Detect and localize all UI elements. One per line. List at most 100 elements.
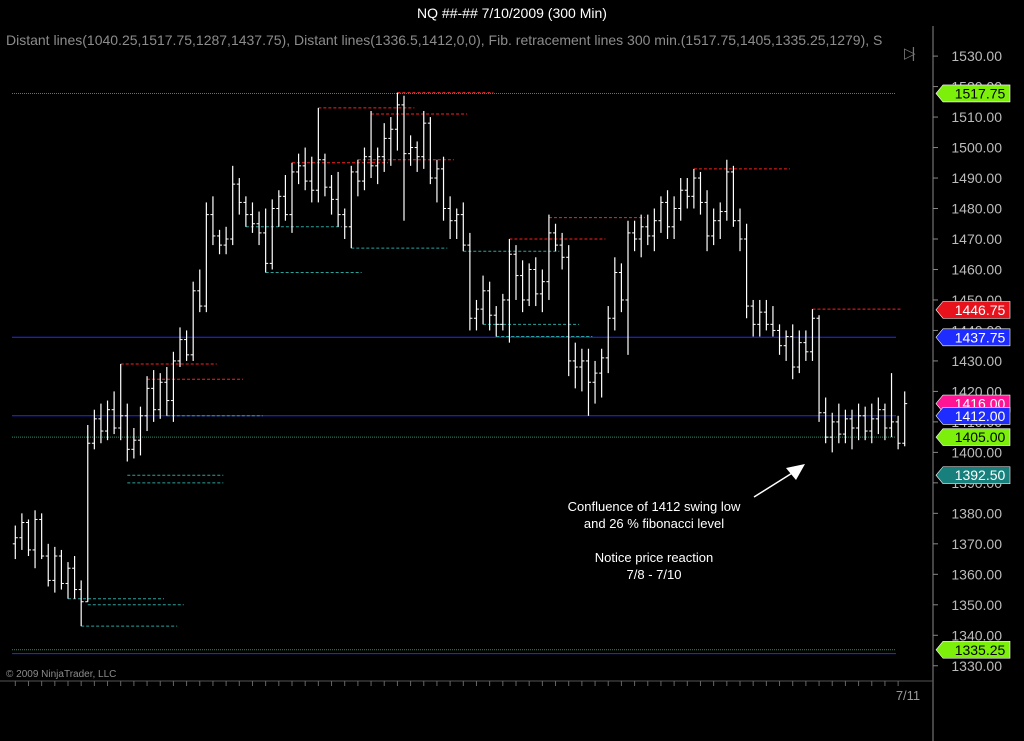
price-tag-label: 1446.75 [955,302,1006,318]
ohlc-bar [842,409,848,444]
ohlc-bar [704,190,710,252]
ohlc-bar [618,263,624,313]
ohlc-bar [342,208,348,239]
ohlc-bar [276,190,282,227]
price-tag-label: 1437.75 [955,329,1006,345]
ohlc-bar [230,165,236,246]
y-tick-label: 1330.00 [951,658,1002,674]
price-tag: 1335.25 [935,640,1011,659]
ohlc-bar [302,147,308,191]
ohlc-bar [296,153,302,185]
ohlc-bar [480,275,486,325]
ohlc-bar [427,117,433,185]
ohlc-bar [434,159,440,203]
ohlc-bar [546,214,552,300]
y-tick-label: 1480.00 [951,201,1002,217]
ohlc-bar [124,403,130,462]
ohlc-bar [329,174,335,215]
ohlc-bar [889,373,895,438]
price-tag: 1392.50 [935,466,1011,485]
ohlc-bar [85,424,91,603]
ohlc-bar [170,351,176,422]
ohlc-bar [45,543,51,587]
ohlc-bar [592,360,598,404]
ohlc-bar [368,110,374,179]
arrow-head [786,464,805,480]
ohlc-bar [375,147,381,185]
price-tag: 1446.75 [935,301,1011,319]
ohlc-bar [157,373,163,419]
ohlc-bar [513,245,519,300]
ohlc-bar [447,196,453,239]
y-tick-label: 1370.00 [951,536,1002,552]
ohlc-bar [697,171,703,215]
annotation-text: 7/8 - 7/10 [627,567,682,582]
y-tick-label: 1510.00 [951,109,1002,125]
ohlc-bar [118,363,124,441]
ohlc-bar [816,315,822,422]
y-tick-label: 1470.00 [951,231,1002,247]
ohlc-bar [632,220,638,252]
ohlc-bar [678,178,684,221]
ohlc-bar [190,281,196,361]
y-tick-label: 1500.00 [951,140,1002,156]
ohlc-bar [441,156,447,221]
ohlc-bar [684,178,690,209]
ohlc-bar [493,306,499,337]
ohlc-bar [52,546,58,593]
ohlc-bar [717,202,723,239]
ohlc-bar [823,397,829,444]
ohlc-bar [645,214,651,246]
price-tag: 1405.00 [935,428,1011,446]
ohlc-bar [809,309,815,361]
ohlc-bar [282,174,288,221]
price-tag: 1517.75 [935,84,1011,103]
ohlc-bar [269,199,275,270]
ohlc-bar [315,107,321,203]
ohlc-bar [12,525,18,560]
ohlc-bar [223,226,229,255]
ohlc-bars [12,92,908,627]
ohlc-bar [605,306,611,374]
ohlc-bar [408,135,414,166]
ohlc-bar [658,196,664,233]
level-lines [12,92,896,655]
ohlc-bar [757,299,763,337]
ohlc-bar [783,330,789,361]
y-tick-label: 1430.00 [951,353,1002,369]
ohlc-bar [203,202,209,313]
y-tick-label: 1350.00 [951,597,1002,613]
ohlc-bar [177,327,183,368]
ohlc-bar [744,223,750,319]
ohlc-bar [39,513,45,560]
y-tick-label: 1530.00 [951,48,1002,64]
ohlc-bar [473,299,479,331]
ohlc-bar [638,214,644,258]
ohlc-bar [243,196,249,227]
ohlc-bar [553,223,559,252]
ohlc-bar [579,348,585,392]
ohlc-bar [111,391,117,435]
ohlc-bar [559,232,565,270]
ohlc-bar [249,202,255,233]
ohlc-bar [625,220,631,355]
arrow-line [753,469,798,498]
ohlc-bar [902,391,908,447]
ohlc-bar [65,562,71,599]
ohlc-bar [599,348,605,398]
ohlc-bar [184,330,190,361]
ohlc-bar [506,238,512,343]
ohlc-bar [467,232,473,331]
price-chart: 1330.001340.001350.001360.001370.001380.… [0,26,1011,741]
ohlc-bar [856,403,862,441]
ohlc-bar [862,406,868,441]
ohlc-bar [487,281,493,331]
ohlc-bar [665,190,671,239]
ohlc-bar [72,556,78,599]
ohlc-bar [533,257,539,307]
price-tag: 1437.75 [935,328,1011,347]
ohlc-bar [585,348,591,416]
ohlc-bar [750,299,756,337]
copyright-text: © 2009 NinjaTrader, LLC [6,669,116,680]
ohlc-bar [210,196,216,246]
